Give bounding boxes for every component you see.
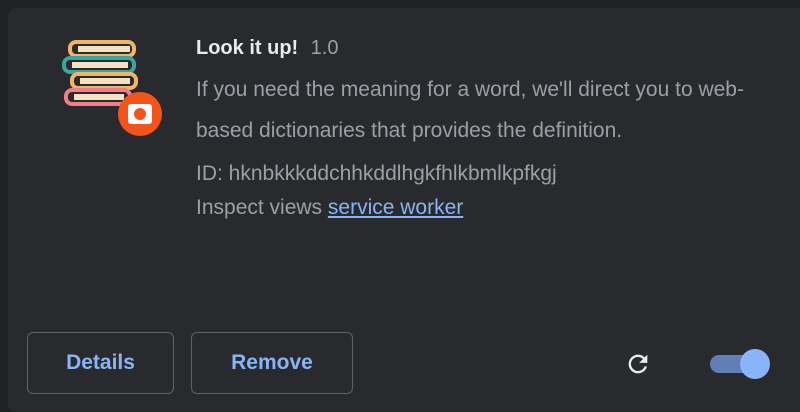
details-button[interactable]: Details — [27, 332, 174, 394]
extension-description: If you need the meaning for a word, we'l… — [196, 78, 744, 142]
extension-title-row: Look it up! 1.0 — [196, 34, 770, 62]
extension-info: Look it up! 1.0 If you need the meaning … — [196, 34, 770, 225]
reload-icon[interactable] — [624, 350, 652, 378]
inspect-views: Inspect views service worker — [196, 191, 770, 225]
card-footer: Details Remove — [8, 324, 800, 412]
books-stack-icon — [62, 38, 166, 142]
service-worker-link[interactable]: service worker — [328, 196, 463, 219]
remove-button[interactable]: Remove — [191, 332, 353, 394]
extension-name: Look it up! — [196, 37, 299, 59]
extension-card: Look it up! 1.0 If you need the meaning … — [8, 8, 800, 412]
extension-version: 1.0 — [310, 37, 339, 59]
inspect-views-label: Inspect views — [196, 196, 323, 219]
extension-id: ID: hknbkkkddchhkddlhgkfhlkbmlkpfkgj — [196, 162, 557, 185]
toggle-knob — [740, 349, 770, 379]
enable-toggle[interactable] — [708, 348, 772, 380]
